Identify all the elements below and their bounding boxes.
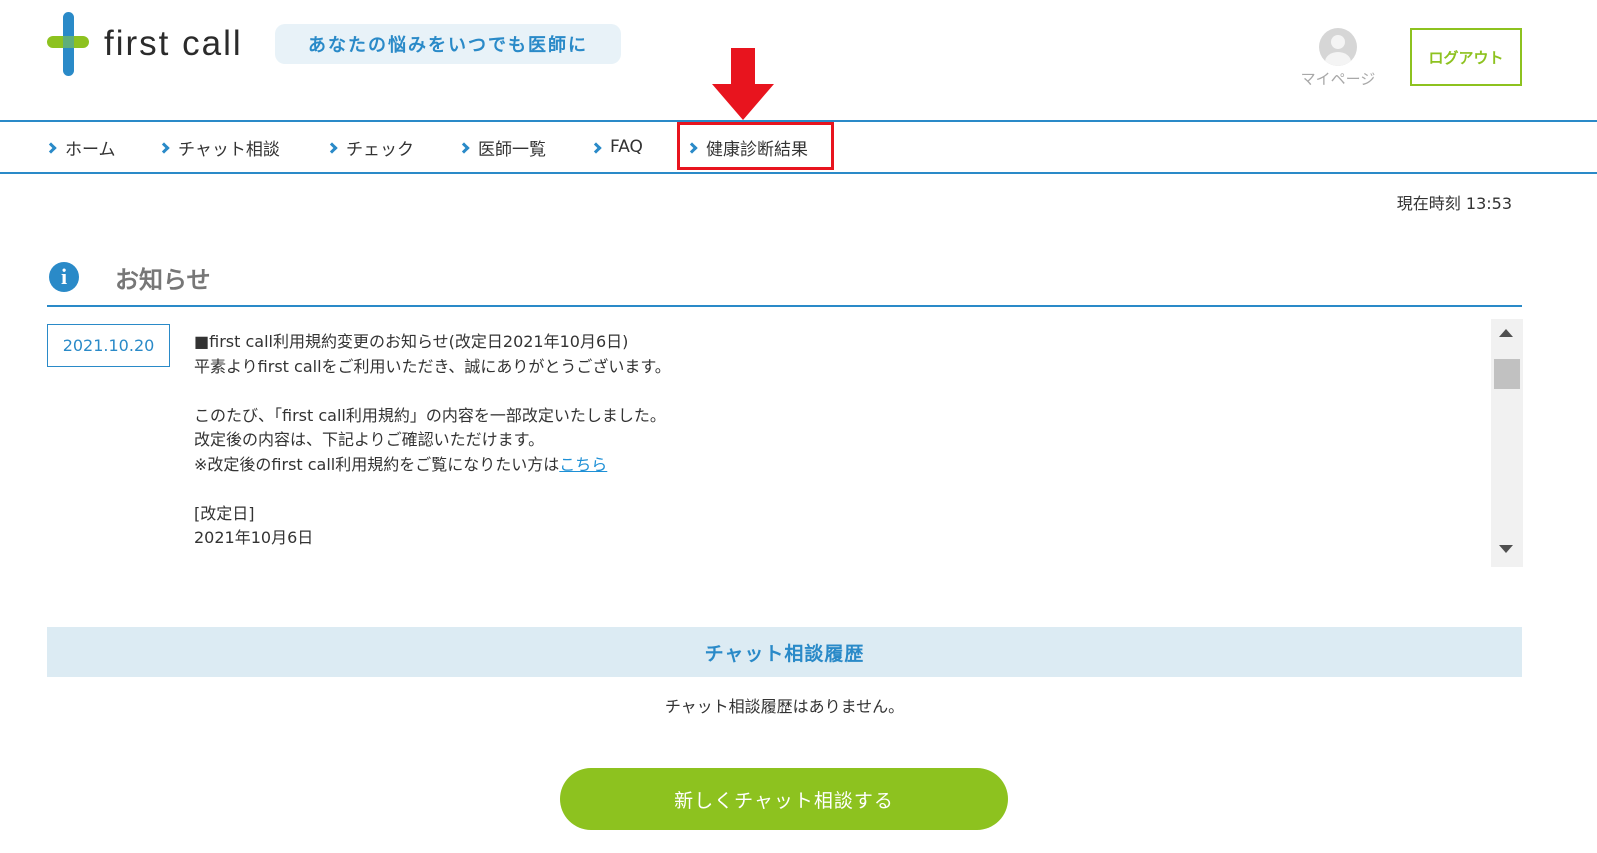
chevron-right-icon (590, 142, 602, 154)
notice-spacer (194, 379, 1484, 404)
notice-spacer (194, 477, 1484, 502)
chevron-right-icon (458, 142, 470, 154)
notice-line: [改定日] (194, 503, 255, 523)
scroll-up-arrow-icon[interactable] (1499, 329, 1513, 337)
nav-item-check[interactable]: チェック (326, 122, 414, 172)
red-arrow-down-icon (712, 48, 774, 120)
nav-item-label[interactable]: ホーム (65, 135, 116, 160)
terms-link[interactable]: こちら (559, 455, 607, 474)
notice-title: お知らせ (115, 266, 211, 294)
current-time: 現在時刻 13:53 (1396, 194, 1512, 213)
logout-button[interactable]: ログアウト (1410, 28, 1522, 86)
notice-line: ■first call利用規約変更のお知らせ(改定日2021年10月6日) (194, 332, 629, 351)
nav-item-doctors[interactable]: 医師一覧 (458, 122, 546, 172)
notice-line: このたび、「first call利用規約」の内容を一部改定いたしました。 (194, 405, 666, 425)
notice-line: 2021年10月6日 (194, 528, 314, 547)
annotation-highlight-box (677, 122, 834, 170)
chevron-right-icon (326, 142, 338, 154)
notice-line-text: ※改定後のfirst call利用規約をご覧になりたい方は (194, 454, 560, 474)
chat-history-empty-message: チャット相談履歴はありません。 (664, 697, 905, 716)
scroll-thumb[interactable] (1494, 359, 1520, 389)
nav-item-label[interactable]: チェック (346, 135, 414, 160)
first-call-logo-icon[interactable] (47, 12, 89, 76)
header: first call あなたの悩みをいつでも医師に マイページ ログアウト (0, 0, 1597, 122)
mypage-link[interactable]: マイページ (1292, 28, 1384, 89)
notice-line: 改定後の内容は、下記よりご確認いただけます。 (194, 430, 545, 449)
scroll-down-arrow-icon[interactable] (1499, 545, 1513, 553)
nav-item-chat[interactable]: チャット相談 (158, 122, 280, 172)
notice-date-badge: 2021.10.20 (47, 324, 170, 367)
chevron-right-icon (158, 142, 170, 154)
chat-history-heading: チャット相談履歴 (47, 627, 1522, 677)
nav-item-home[interactable]: ホーム (45, 122, 116, 172)
avatar-icon[interactable] (1319, 28, 1357, 66)
new-chat-button[interactable]: 新しくチャット相談する (560, 768, 1008, 830)
notice-body: ■first call利用規約変更のお知らせ(改定日2021年10月6日) 平素… (194, 330, 1484, 560)
mypage-label[interactable]: マイページ (1292, 68, 1384, 89)
nav-item-faq[interactable]: FAQ (590, 122, 643, 172)
notice-scrollbar[interactable] (1491, 319, 1523, 567)
nav-item-label[interactable]: FAQ (610, 137, 643, 157)
nav-item-label[interactable]: 医師一覧 (478, 135, 546, 160)
notice-line: 平素よりfirst callをご利用いただき、誠にありがとうございます。 (194, 356, 671, 376)
notice-header: i お知らせ (47, 258, 1522, 307)
info-icon: i (49, 262, 79, 292)
chevron-right-icon (45, 142, 57, 154)
nav-item-label[interactable]: チャット相談 (178, 135, 280, 160)
brand-name[interactable]: first call (104, 24, 243, 64)
notice-line-with-link: ※改定後のfirst call利用規約をご覧になりたい方はこちら (194, 453, 1484, 478)
tagline: あなたの悩みをいつでも医師に (275, 24, 621, 64)
